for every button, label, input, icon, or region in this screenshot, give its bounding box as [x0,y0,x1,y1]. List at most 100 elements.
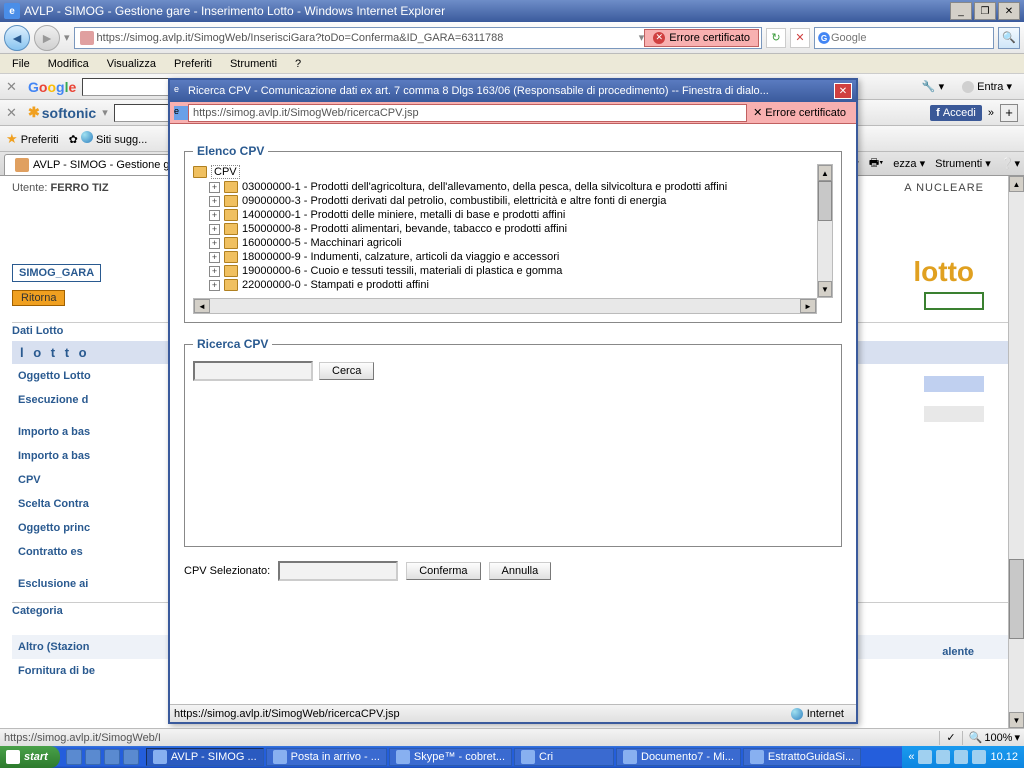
cerca-button[interactable]: Cerca [319,362,374,380]
minimize-button[interactable]: _ [950,2,972,20]
tree-item[interactable]: +03000000-1 - Prodotti dell'agricoltura,… [193,180,815,194]
dropdown-icon[interactable]: ▾ [64,31,70,44]
ql-icon[interactable] [104,749,120,765]
tray-expand-button[interactable]: « [908,751,914,763]
expand-icon[interactable]: + [209,266,220,277]
dialog-close-button[interactable]: ✕ [834,83,852,99]
clock[interactable]: 10.12 [990,751,1018,763]
tree-item-label: 15000000-8 - Prodotti alimentari, bevand… [242,223,567,235]
ricerca-input[interactable] [193,361,313,381]
facebook-accedi-button[interactable]: f Accedi [930,105,982,121]
ql-icon[interactable] [85,749,101,765]
expand-icon[interactable]: + [209,196,220,207]
address-bar[interactable]: https://simog.avlp.it/SimogWeb/Inserisci… [74,27,762,49]
help-button[interactable]: ❔▾ [1001,157,1020,170]
ritorna-button[interactable]: Ritorna [12,290,65,306]
menu-strumenti[interactable]: Strumenti [222,56,285,72]
cert-error-label: Errore certificato [765,107,846,119]
google-more-button[interactable]: 🔧 ▾ [916,78,950,95]
tray-icon[interactable] [918,750,932,764]
menu-modifica[interactable]: Modifica [40,56,97,72]
expand-icon[interactable]: + [209,238,220,249]
page-button[interactable]: ezza ▾ [893,157,925,170]
scroll-left-icon[interactable]: ◄ [194,299,210,313]
taskbar-label: Documento7 - Mi... [641,751,734,763]
close-toolbar-button[interactable]: ✕ [6,105,22,121]
zoom-value: 100% [984,732,1012,744]
tree-root[interactable]: CPV [193,164,815,180]
scroll-up-icon[interactable]: ▲ [818,165,832,181]
stop-button[interactable]: ✕ [790,28,810,48]
expand-icon[interactable]: + [209,210,220,221]
refresh-button[interactable]: ↻ [766,28,786,48]
zoom-control[interactable]: 🔍 100% ▾ [969,731,1020,744]
scroll-thumb[interactable] [1009,559,1024,639]
ql-icon[interactable] [66,749,82,765]
selezionato-input[interactable] [278,561,398,581]
dialog-url[interactable]: https://simog.avlp.it/SimogWeb/ricercaCP… [188,104,747,122]
start-button[interactable]: start [0,746,60,768]
browser-search-input[interactable] [831,32,989,44]
menu-visualizza[interactable]: Visualizza [99,56,164,72]
cpv-tree[interactable]: CPV +03000000-1 - Prodotti dell'agricolt… [193,164,833,314]
tree-item[interactable]: +18000000-9 - Indumenti, calzature, arti… [193,250,815,264]
menu-preferiti[interactable]: Preferiti [166,56,220,72]
ql-icon[interactable] [123,749,139,765]
conferma-button[interactable]: Conferma [406,562,480,580]
scroll-thumb[interactable] [818,181,832,221]
tree-hscrollbar[interactable]: ◄ ► [193,298,817,314]
search-go-button[interactable]: 🔍 [998,27,1020,49]
taskbar-button[interactable]: Skype™ - cobret... [389,748,512,766]
taskbar-button[interactable]: AVLP - SIMOG ... [146,748,264,766]
dialog-cert-error[interactable]: ✕ Errore certificato [747,104,852,121]
add-toolbar-button[interactable]: + [1000,104,1018,122]
scroll-down-icon[interactable]: ▼ [818,281,832,297]
expand-icon[interactable]: + [209,280,220,291]
scroll-right-icon[interactable]: ► [800,299,816,313]
tree-item[interactable]: +09000000-3 - Prodotti derivati dal petr… [193,194,815,208]
cert-error-badge[interactable]: ✕ Errore certificato [644,29,759,47]
tray-icon[interactable] [936,750,950,764]
menu-help[interactable]: ? [287,56,309,72]
forward-button[interactable]: ► [34,25,60,51]
scroll-up-icon[interactable]: ▲ [1009,176,1024,192]
siti-suggeriti-button[interactable]: ✿ Siti sugg... [69,131,148,146]
folder-icon [224,265,238,277]
app-icon [521,750,535,764]
close-toolbar-button[interactable]: ✕ [6,79,22,95]
close-button[interactable]: ✕ [998,2,1020,20]
menu-file[interactable]: File [4,56,38,72]
favorites-button[interactable]: ★ Preferiti [6,131,59,147]
tab-label: AVLP - SIMOG - Gestione ga... [33,159,185,171]
taskbar-button[interactable]: Cri [514,748,614,766]
dropdown-icon[interactable]: ▾ [102,106,108,119]
tree-item[interactable]: +16000000-5 - Macchinari agricoli [193,236,815,250]
app-icon [623,750,637,764]
scroll-down-icon[interactable]: ▼ [1009,712,1024,728]
dialog-titlebar[interactable]: e Ricerca CPV - Comunicazione dati ex ar… [170,80,856,102]
taskbar-button[interactable]: Documento7 - Mi... [616,748,741,766]
tree-vscrollbar[interactable]: ▲ ▼ [817,164,833,298]
tree-item[interactable]: +14000000-1 - Prodotti delle miniere, me… [193,208,815,222]
expand-icon[interactable]: + [209,182,220,193]
globe-icon [791,708,803,720]
more-button[interactable]: » [988,107,994,119]
page-scrollbar[interactable]: ▲ ▼ [1008,176,1024,728]
print-button[interactable]: 🖶▾ [869,154,883,173]
tree-item[interactable]: +22000000-0 - Stampati e prodotti affini [193,278,815,292]
google-entra-button[interactable]: Entra ▾ [956,78,1018,95]
restore-button[interactable]: ❐ [974,2,996,20]
back-button[interactable]: ◄ [4,25,30,51]
expand-icon[interactable]: + [209,224,220,235]
tree-item[interactable]: +15000000-8 - Prodotti alimentari, bevan… [193,222,815,236]
annulla-button[interactable]: Annulla [489,562,552,580]
tools-button[interactable]: Strumenti ▾ [935,157,991,170]
lock-icon [80,31,94,45]
tree-item[interactable]: +19000000-6 - Cuoio e tessuti tessili, m… [193,264,815,278]
tray-icon[interactable] [954,750,968,764]
taskbar-button[interactable]: EstrattoGuidaSi... [743,748,861,766]
taskbar-button[interactable]: Posta in arrivo - ... [266,748,387,766]
expand-icon[interactable]: + [209,252,220,263]
browser-search-box[interactable]: G [814,27,994,49]
tray-icon[interactable] [972,750,986,764]
